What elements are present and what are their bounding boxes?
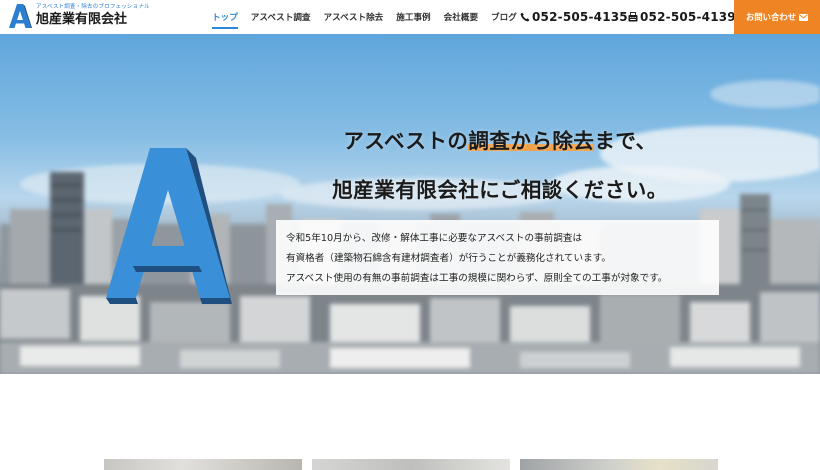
fax-number-text: 052-505-4139 — [640, 10, 736, 24]
hero-description-box: 令和5年10月から、改修・解体工事に必要なアスベストの事前調査は 有資格者（建築… — [276, 220, 719, 295]
logo-tagline: アスベスト調査・除去のプロフェッショナル — [36, 4, 150, 10]
hero-headline-line1-pre: アスベストの — [343, 129, 469, 153]
main-nav: トップ アスベスト調査 アスベスト除去 施工事例 会社概要 ブログ — [212, 0, 530, 34]
hero-section: アスベストの調査から除去まで、 旭産業有限会社にご相談ください。 令和5年10月… — [0, 34, 820, 374]
page: アスベスト調査・除去のプロフェッショナル 旭産業有限会社 トップ アスベスト調査… — [0, 0, 820, 470]
logo-company-name: 旭産業有限会社 — [36, 12, 128, 27]
nav-item-case-studies[interactable]: 施工事例 — [396, 11, 430, 23]
logo-text: アスベスト調査・除去のプロフェッショナル 旭産業有限会社 — [36, 4, 150, 28]
nav-item-asbestos-removal[interactable]: アスベスト除去 — [324, 11, 384, 23]
mail-icon — [799, 13, 809, 21]
site-header: アスベスト調査・除去のプロフェッショナル 旭産業有限会社 トップ アスベスト調査… — [0, 0, 820, 34]
a-emblem-graphic — [106, 148, 232, 304]
contact-button[interactable]: お問い合わせ — [734, 0, 820, 34]
hero-description-line: 有資格者（建築物石綿含有建材調査者）が行うことが義務化されています。 — [286, 253, 611, 264]
tel-number-text: 052-505-4135 — [532, 10, 628, 24]
hero-description-line: アスベスト使用の有無の事前調査は工事の規模に関わらず、原則全ての工事が対象です。 — [286, 273, 668, 284]
fax-number: 052-505-4139 — [628, 0, 736, 34]
nav-item-top[interactable]: トップ — [212, 11, 238, 29]
contact-button-label: お問い合わせ — [745, 12, 797, 22]
hero-headline-line1-post: まで、 — [594, 129, 657, 153]
case-thumbnail[interactable] — [312, 459, 510, 470]
hero-headline-highlight: 調査から除去 — [468, 129, 595, 153]
phone-icon — [520, 12, 530, 22]
content-section — [0, 374, 820, 470]
nav-item-blog[interactable]: ブログ — [491, 11, 517, 23]
case-thumbnail[interactable] — [104, 459, 302, 470]
hero-description-line: 令和5年10月から、改修・解体工事に必要なアスベストの事前調査は — [286, 233, 583, 244]
tel-number[interactable]: 052-505-4135 — [520, 0, 628, 34]
site-logo[interactable]: アスベスト調査・除去のプロフェッショナル 旭産業有限会社 — [8, 3, 150, 29]
hero-headline-line2: 旭産業有限会社にご相談ください。 — [332, 178, 668, 202]
nav-item-asbestos-survey[interactable]: アスベスト調査 — [251, 11, 311, 23]
hero-headline-line1: アスベストの調査から除去まで、 — [230, 124, 770, 154]
case-thumbnail[interactable] — [520, 459, 718, 470]
fax-icon — [628, 12, 638, 22]
nav-item-company[interactable]: 会社概要 — [444, 11, 478, 23]
logo-a-icon — [9, 4, 32, 28]
